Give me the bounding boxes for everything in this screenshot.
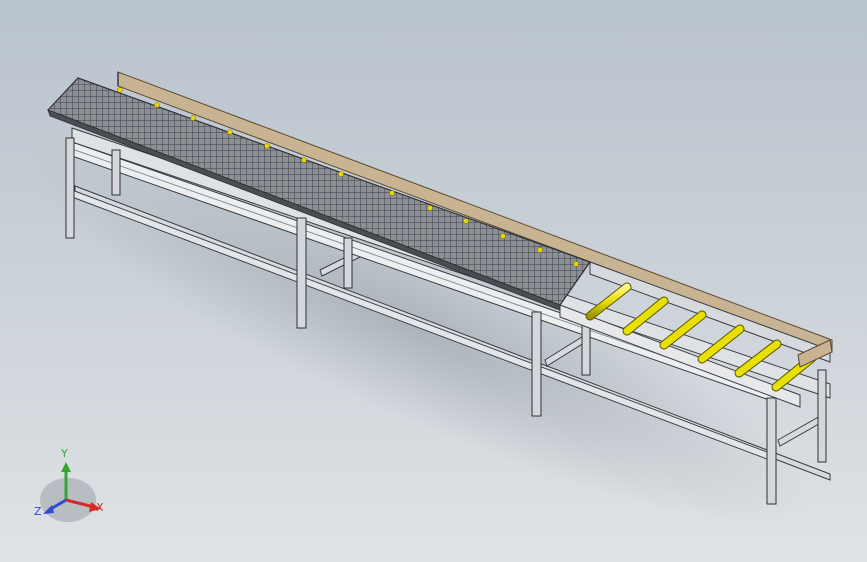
conveyor-model[interactable] [0,0,867,562]
y-axis-label: Y [61,447,68,460]
cad-viewport[interactable]: Y X Z [0,0,867,562]
x-axis-label: X [96,501,104,514]
orientation-triad[interactable] [40,462,101,522]
z-axis-label: Z [34,505,42,518]
